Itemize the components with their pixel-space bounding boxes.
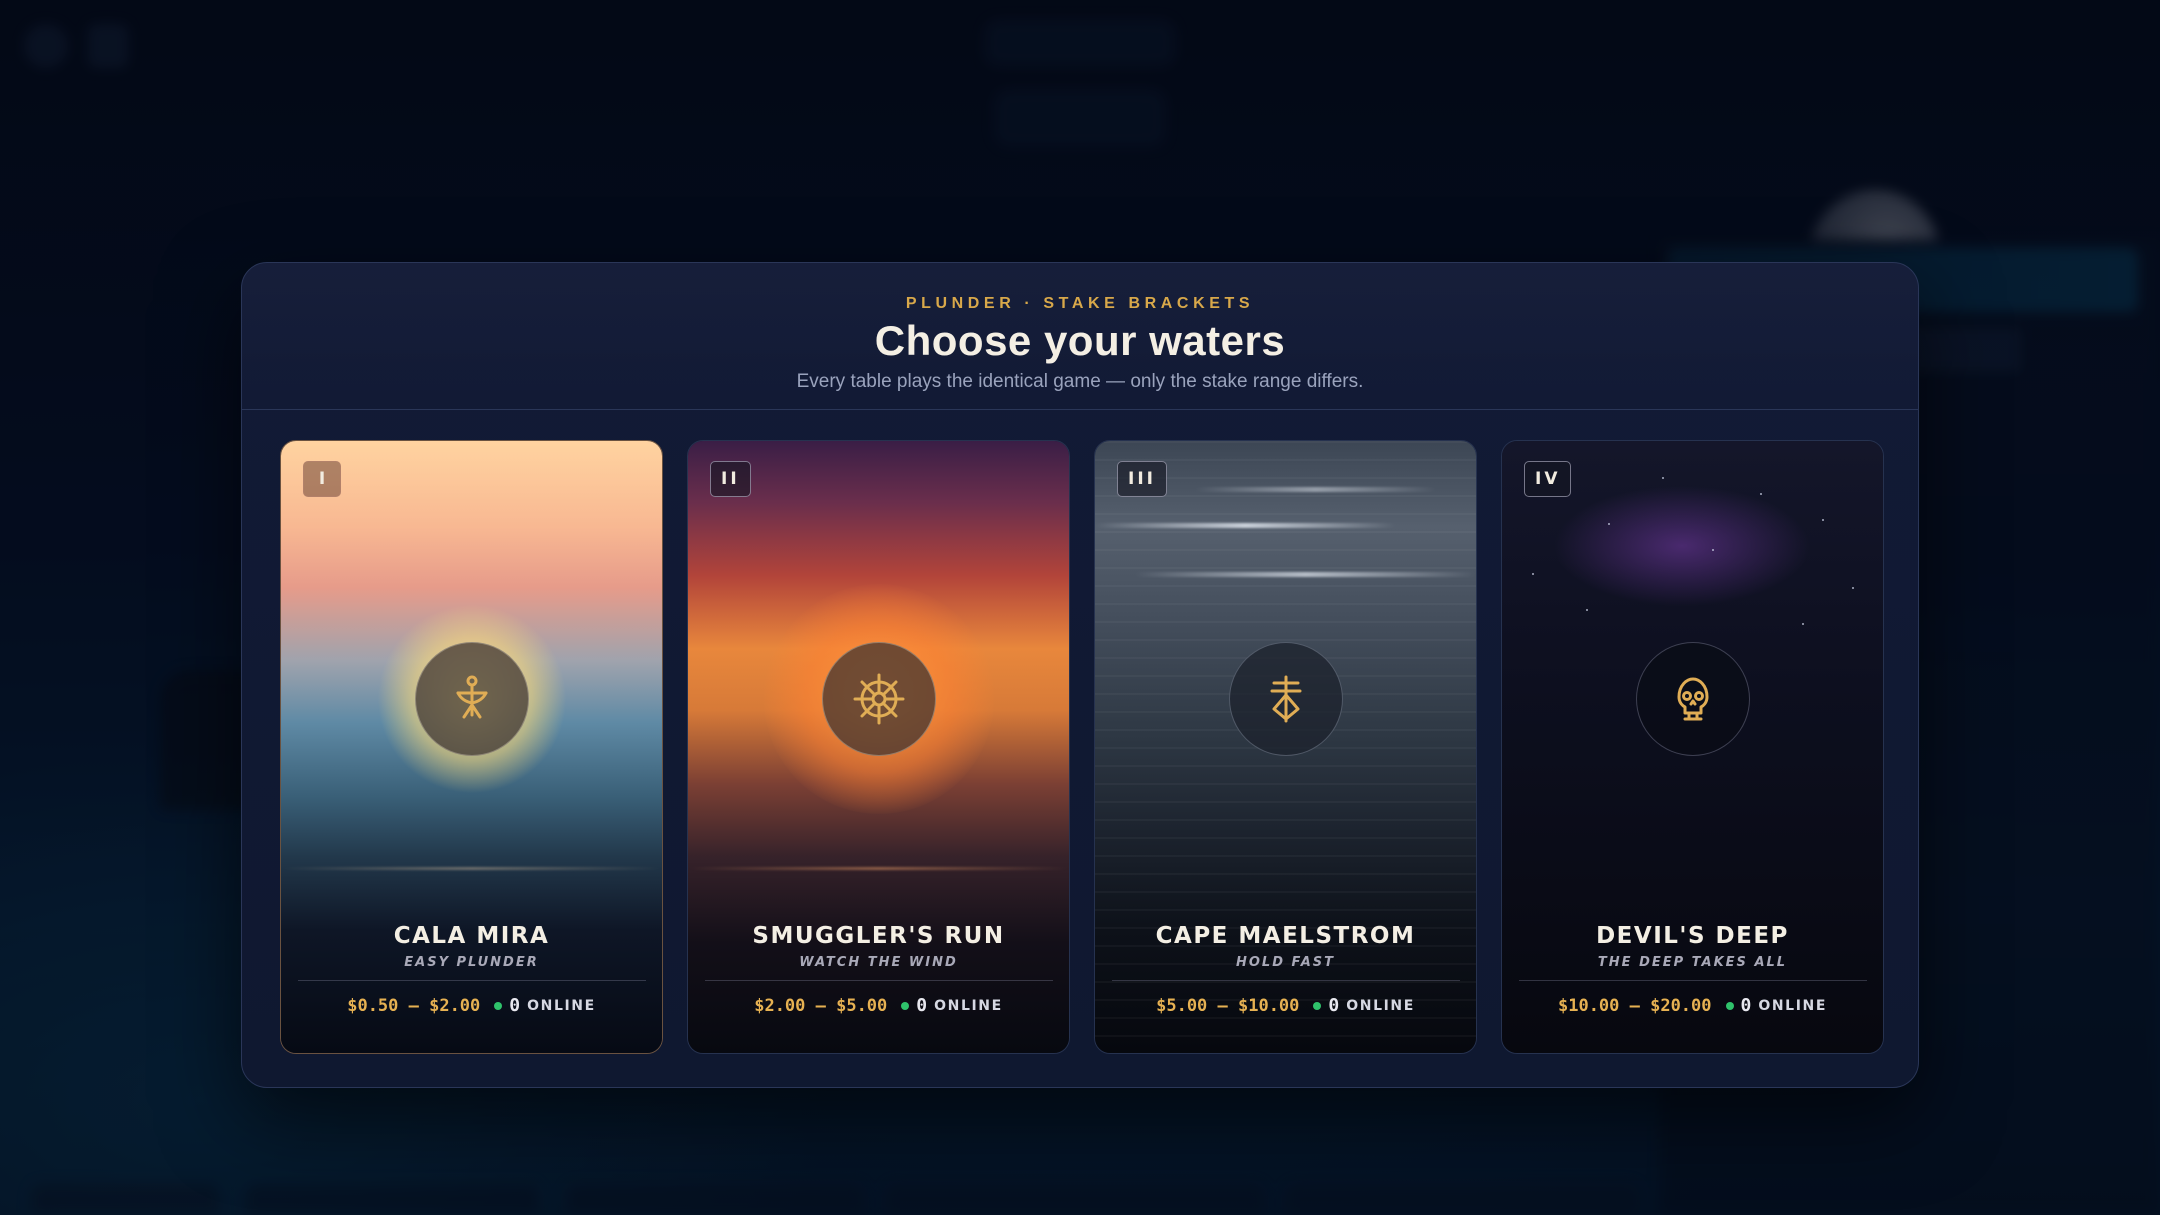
- modal-subtitle: Every table plays the identical game — o…: [796, 371, 1364, 392]
- online-dot-icon: [1313, 1001, 1322, 1010]
- online-dot-icon: [494, 1001, 503, 1010]
- bracket-card-cala-mira[interactable]: I CALA MIRA EASY PLUNDER $0.50 – $2.00 0…: [280, 440, 663, 1054]
- tier-badge: II: [710, 461, 751, 497]
- online-status: 0 ONLINE: [494, 995, 595, 1016]
- tier-badge: I: [303, 461, 341, 497]
- skull-icon: [1635, 642, 1750, 756]
- modal-title: Choose your waters: [874, 317, 1286, 364]
- online-label: ONLINE: [527, 997, 596, 1014]
- modal-eyebrow: PLUNDER · STAKE BRACKETS: [905, 295, 1255, 312]
- ship-wheel-icon: [821, 642, 936, 756]
- bracket-card-list: I CALA MIRA EASY PLUNDER $0.50 – $2.00 0…: [280, 440, 1884, 1054]
- online-dot-icon: [901, 1001, 910, 1010]
- online-count: 0: [1328, 995, 1340, 1016]
- card-info: DEVIL'S DEEP THE DEEP TAKES ALL $10.00 –…: [1502, 913, 1883, 1053]
- tier-badge: IV: [1524, 461, 1572, 497]
- card-divider: [1111, 980, 1460, 981]
- card-info: SMUGGLER'S RUN WATCH THE WIND $2.00 – $5…: [688, 913, 1069, 1053]
- online-status: 0 ONLINE: [1313, 995, 1414, 1016]
- card-name: SMUGGLER'S RUN: [752, 923, 1005, 949]
- online-count: 0: [916, 995, 928, 1016]
- online-dot-icon: [1725, 1001, 1734, 1010]
- online-count: 0: [1740, 995, 1752, 1016]
- anchor-figure-icon: [414, 642, 529, 756]
- online-count: 0: [509, 995, 521, 1016]
- tier-badge: III: [1117, 461, 1167, 497]
- stake-bracket-modal: PLUNDER · STAKE BRACKETS Choose your wat…: [241, 262, 1919, 1088]
- card-name: DEVIL'S DEEP: [1596, 923, 1789, 949]
- card-info: CALA MIRA EASY PLUNDER $0.50 – $2.00 0 O…: [281, 913, 662, 1053]
- online-status: 0 ONLINE: [1725, 995, 1827, 1016]
- online-label: ONLINE: [1346, 997, 1415, 1014]
- stake-range: $10.00 – $20.00: [1557, 995, 1712, 1016]
- card-tagline: HOLD FAST: [1235, 955, 1336, 970]
- trident-icon: [1228, 642, 1343, 756]
- bracket-card-cape-maelstrom[interactable]: III CAPE MAELSTROM HOLD FAST $5.00 – $10…: [1094, 440, 1477, 1054]
- modal-header: PLUNDER · STAKE BRACKETS Choose your wat…: [242, 263, 1918, 410]
- online-label: ONLINE: [1758, 997, 1827, 1014]
- stake-range: $0.50 – $2.00: [347, 995, 481, 1016]
- card-tagline: THE DEEP TAKES ALL: [1597, 955, 1788, 970]
- bracket-card-devils-deep[interactable]: IV DEVIL'S DEEP THE DEEP TAKES ALL $10.0: [1501, 440, 1884, 1054]
- card-divider: [704, 980, 1053, 981]
- card-divider: [1518, 980, 1867, 981]
- online-label: ONLINE: [934, 997, 1003, 1014]
- online-status: 0 ONLINE: [901, 995, 1002, 1016]
- stake-range: $5.00 – $10.00: [1156, 995, 1300, 1016]
- bracket-card-smugglers-run[interactable]: II SMUGGLER'S RUN WATCH THE WIND $2.00 –…: [687, 440, 1070, 1054]
- card-name: CAPE MAELSTROM: [1155, 923, 1416, 949]
- card-info: CAPE MAELSTROM HOLD FAST $5.00 – $10.00 …: [1095, 913, 1476, 1053]
- card-tagline: WATCH THE WIND: [799, 955, 958, 970]
- stake-range: $2.00 – $5.00: [754, 995, 888, 1016]
- card-name: CALA MIRA: [393, 923, 550, 949]
- card-tagline: EASY PLUNDER: [404, 955, 539, 970]
- card-divider: [297, 980, 646, 981]
